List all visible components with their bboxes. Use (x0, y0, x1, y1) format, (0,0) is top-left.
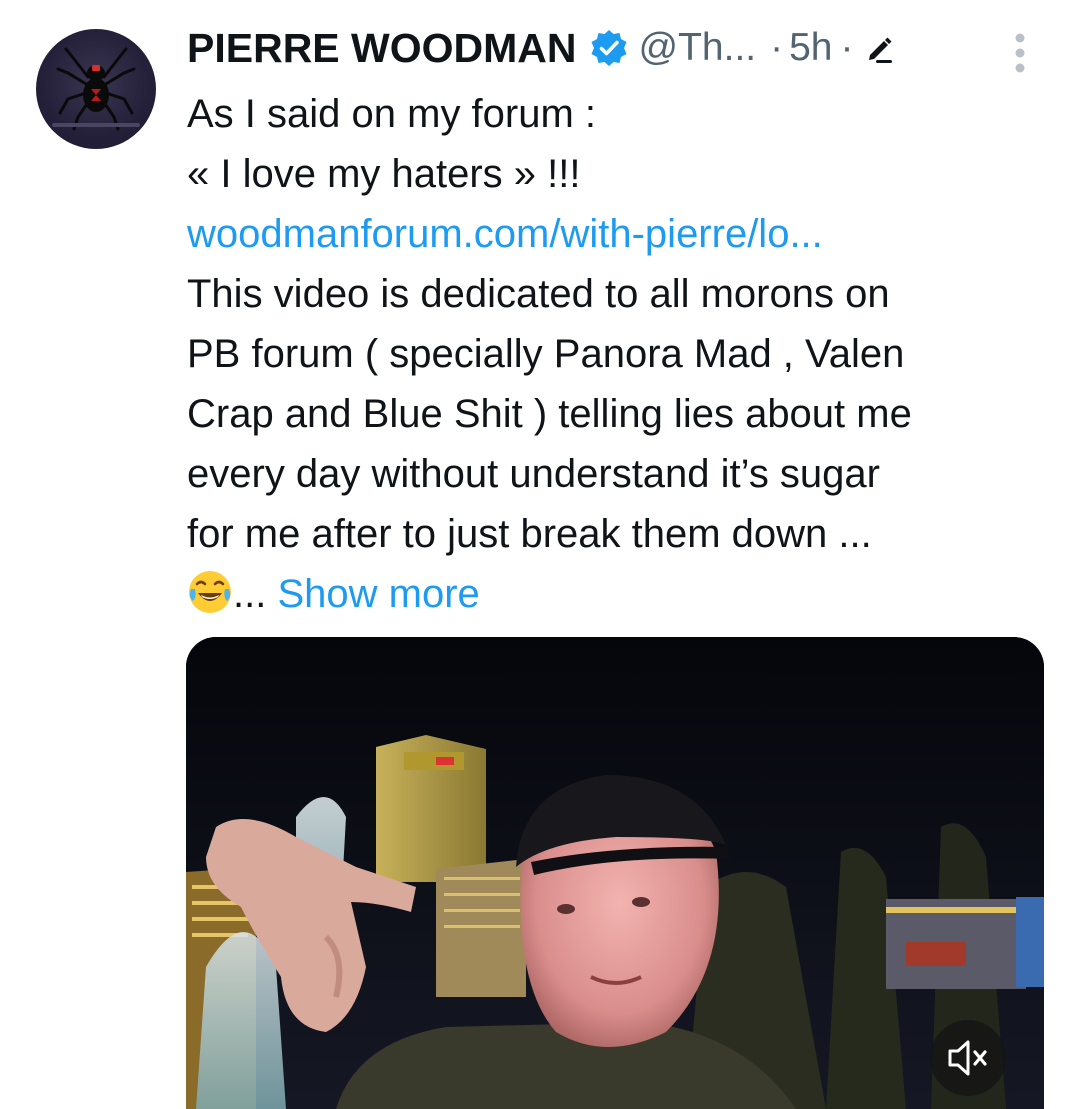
tweet-text-line: every day without understand it’s sugar (187, 452, 880, 496)
tweet-text-line: This video is dedicated to all morons on (187, 272, 890, 316)
separator-dot: · (840, 26, 854, 69)
tweet-text-line: Crap and Blue Shit ) telling lies about … (187, 392, 912, 436)
separator-dot: · (770, 26, 784, 69)
mute-toggle-button[interactable] (930, 1020, 1006, 1096)
laughing-tears-emoji-icon (187, 569, 233, 615)
tweet[interactable]: PIERRE WOODMAN @Th... · 5h · As I said o… (0, 0, 1080, 1109)
tweet-timestamp[interactable]: 5h (789, 26, 832, 70)
muted-speaker-icon (948, 1040, 987, 1076)
edited-pencil-icon[interactable] (862, 31, 896, 65)
tweet-video[interactable] (186, 637, 1044, 1109)
ellipsis-text: ... (233, 572, 267, 616)
tweet-link[interactable]: woodmanforum.com/with-pierre/lo... (187, 204, 1047, 264)
video-frame-image (186, 637, 1044, 1109)
tweet-text-line: As I said on my forum : (187, 92, 597, 136)
tweet-text-last-line: ... Show more (187, 564, 1047, 624)
more-options-icon[interactable] (1008, 30, 1032, 76)
tweet-text: As I said on my forum : « I love my hate… (187, 84, 1047, 624)
spider-logo-icon (52, 47, 140, 131)
tweet-text-line: « I love my haters » !!! (187, 152, 581, 196)
tweet-header: PIERRE WOODMAN @Th... · 5h · (187, 22, 1067, 74)
show-more-link[interactable]: Show more (277, 572, 479, 616)
verified-badge-icon[interactable] (589, 28, 629, 68)
author-name[interactable]: PIERRE WOODMAN (187, 25, 577, 72)
tweet-text-line: for me after to just break them down ... (187, 512, 872, 556)
tweet-text-line: PB forum ( specially Panora Mad , Valen (187, 332, 905, 376)
author-avatar[interactable] (36, 29, 156, 149)
author-handle[interactable]: @Th... (639, 26, 757, 70)
